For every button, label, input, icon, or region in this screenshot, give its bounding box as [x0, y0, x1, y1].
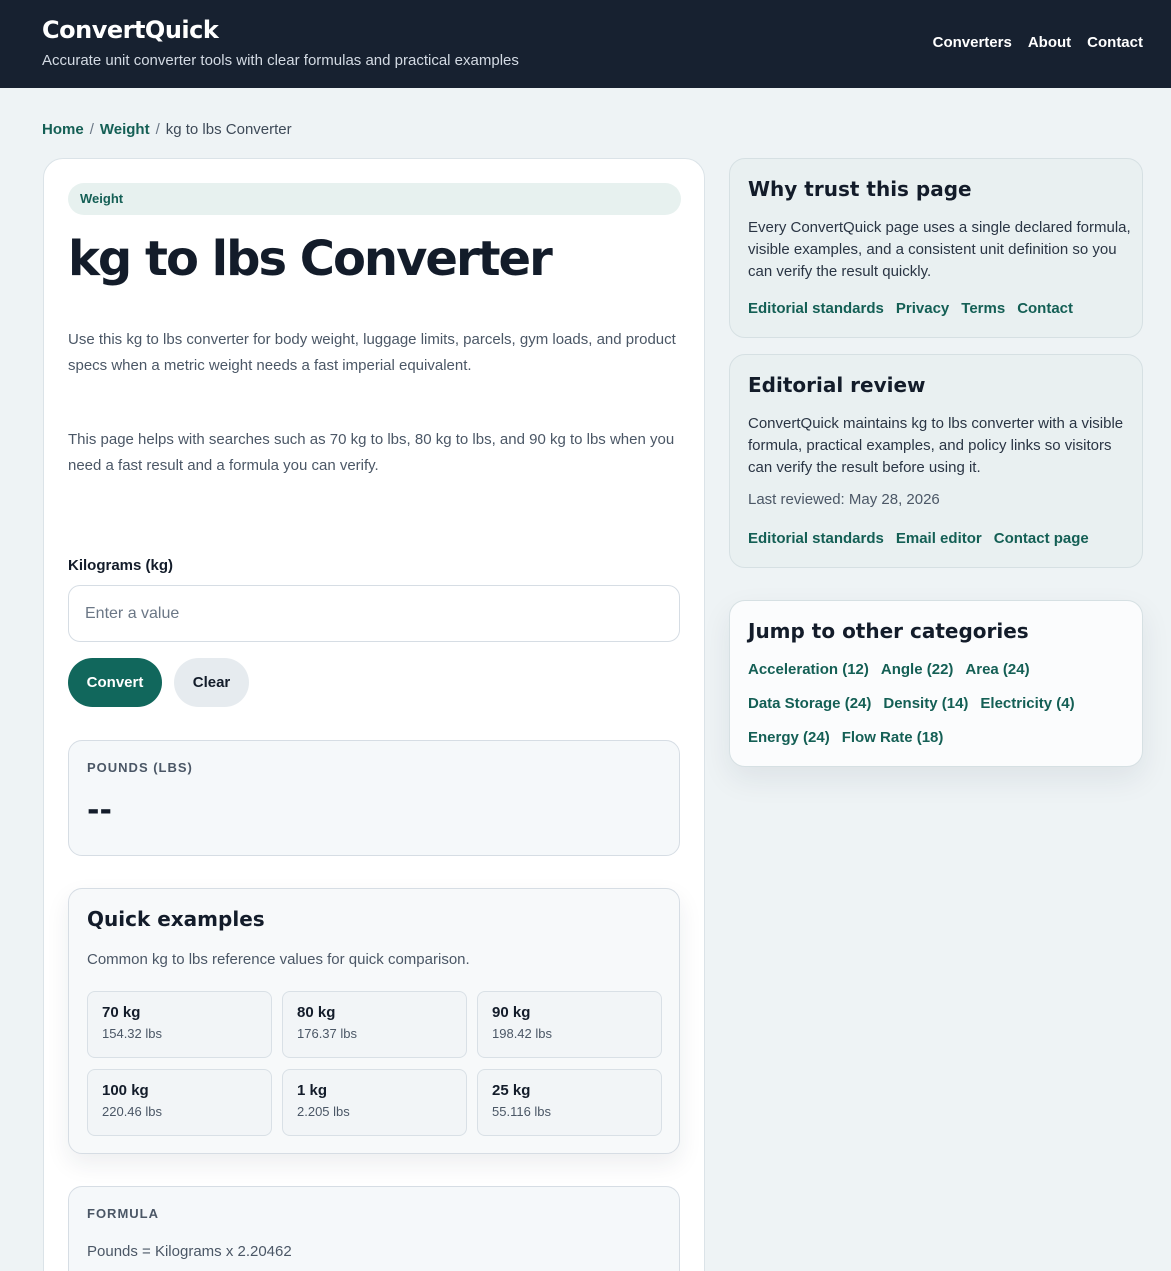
example-tile: 25 kg 55.116 lbs [477, 1069, 662, 1136]
example-lbs: 176.37 lbs [297, 1026, 357, 1041]
example-kg: 80 kg [297, 1004, 336, 1021]
jump-categories-card: Jump to other categories Acceleration (1… [729, 600, 1143, 767]
formula-text: Pounds = Kilograms x 2.20462 [87, 1243, 292, 1260]
example-tile: 70 kg 154.32 lbs [87, 991, 272, 1058]
breadcrumb-category[interactable]: Weight [100, 121, 150, 138]
example-kg: 25 kg [492, 1082, 531, 1099]
examples-title: Quick examples [87, 907, 265, 931]
nav-about[interactable]: About [1028, 34, 1071, 51]
category-links: Acceleration (12) Angle (22) Area (24) D… [748, 661, 1128, 747]
examples-description: Common kg to lbs reference values for qu… [87, 951, 470, 968]
clear-button[interactable]: Clear [174, 658, 249, 707]
link-email-editor[interactable]: Email editor [896, 530, 982, 547]
converter-card: Weight kg to lbs Converter Use this kg t… [43, 158, 705, 1271]
last-reviewed: Last reviewed: May 28, 2026 [748, 491, 940, 508]
main-nav: Converters About Contact [933, 34, 1143, 51]
trust-text: Every ConvertQuick page uses a single de… [748, 219, 1131, 280]
trust-title: Why trust this page [748, 177, 972, 201]
example-kg: 90 kg [492, 1004, 531, 1021]
category-link-data-storage[interactable]: Data Storage (24) [748, 695, 871, 713]
kilograms-input[interactable] [68, 585, 680, 642]
example-lbs: 220.46 lbs [102, 1104, 162, 1119]
link-contact[interactable]: Contact [1017, 300, 1073, 317]
category-link-energy[interactable]: Energy (24) [748, 729, 830, 747]
link-terms[interactable]: Terms [961, 300, 1005, 317]
example-kg: 70 kg [102, 1004, 141, 1021]
site-header: ConvertQuick Accurate unit converter too… [0, 0, 1171, 88]
breadcrumb: Home / Weight / kg to lbs Converter [42, 121, 292, 138]
nav-converters[interactable]: Converters [933, 34, 1012, 51]
category-link-density[interactable]: Density (14) [883, 695, 968, 713]
review-text: ConvertQuick maintains kg to lbs convert… [748, 415, 1124, 476]
example-lbs: 55.116 lbs [492, 1104, 552, 1119]
breadcrumb-current: kg to lbs Converter [165, 121, 292, 138]
intro-paragraph-searches: This page helps with searches such as 70… [68, 431, 675, 474]
example-lbs: 154.32 lbs [102, 1026, 162, 1041]
category-link-acceleration[interactable]: Acceleration (12) [748, 661, 869, 679]
example-tile: 1 kg 2.205 lbs [282, 1069, 467, 1136]
example-tile: 90 kg 198.42 lbs [477, 991, 662, 1058]
kilograms-label: Kilograms (kg) [68, 557, 174, 574]
breadcrumb-separator: / [155, 121, 160, 138]
result-label: POUNDS (LBS) [87, 760, 193, 775]
formula-panel: FORMULA Pounds = Kilograms x 2.20462 [68, 1186, 680, 1271]
review-title: Editorial review [748, 373, 926, 397]
editorial-review-card: Editorial review ConvertQuick maintains … [729, 354, 1143, 568]
example-lbs: 2.205 lbs [297, 1104, 350, 1119]
intro-paragraph: Use this kg to lbs converter for body we… [68, 331, 676, 374]
example-lbs: 198.42 lbs [492, 1026, 552, 1041]
jump-title: Jump to other categories [748, 619, 1029, 643]
example-kg: 100 kg [102, 1082, 149, 1099]
examples-grid: 70 kg 154.32 lbs 80 kg 176.37 lbs 90 kg … [87, 991, 662, 1136]
site-tagline: Accurate unit converter tools with clear… [42, 52, 519, 69]
category-link-angle[interactable]: Angle (22) [881, 661, 954, 679]
formula-label: FORMULA [87, 1206, 159, 1221]
breadcrumb-home[interactable]: Home [42, 121, 84, 138]
page-title: kg to lbs Converter [68, 231, 553, 287]
link-editorial-standards[interactable]: Editorial standards [748, 530, 884, 547]
convert-button[interactable]: Convert [68, 658, 162, 707]
nav-contact[interactable]: Contact [1087, 34, 1143, 51]
result-value: -- [87, 793, 112, 828]
category-link-flow-rate[interactable]: Flow Rate (18) [842, 729, 944, 747]
link-editorial-standards[interactable]: Editorial standards [748, 300, 884, 317]
breadcrumb-separator: / [89, 121, 94, 138]
quick-examples-panel: Quick examples Common kg to lbs referenc… [68, 888, 680, 1154]
brand-logo[interactable]: ConvertQuick [42, 16, 219, 44]
example-tile: 80 kg 176.37 lbs [282, 991, 467, 1058]
review-links: Editorial standards Email editor Contact… [748, 530, 1089, 547]
trust-card: Why trust this page Every ConvertQuick p… [729, 158, 1143, 338]
link-contact-page[interactable]: Contact page [994, 530, 1089, 547]
example-tile: 100 kg 220.46 lbs [87, 1069, 272, 1136]
result-panel: POUNDS (LBS) -- [68, 740, 680, 856]
category-link-electricity[interactable]: Electricity (4) [980, 695, 1074, 713]
trust-links: Editorial standards Privacy Terms Contac… [748, 300, 1073, 317]
category-pill: Weight [68, 183, 681, 215]
example-kg: 1 kg [297, 1082, 328, 1099]
link-privacy[interactable]: Privacy [896, 300, 949, 317]
category-link-area[interactable]: Area (24) [965, 661, 1029, 679]
